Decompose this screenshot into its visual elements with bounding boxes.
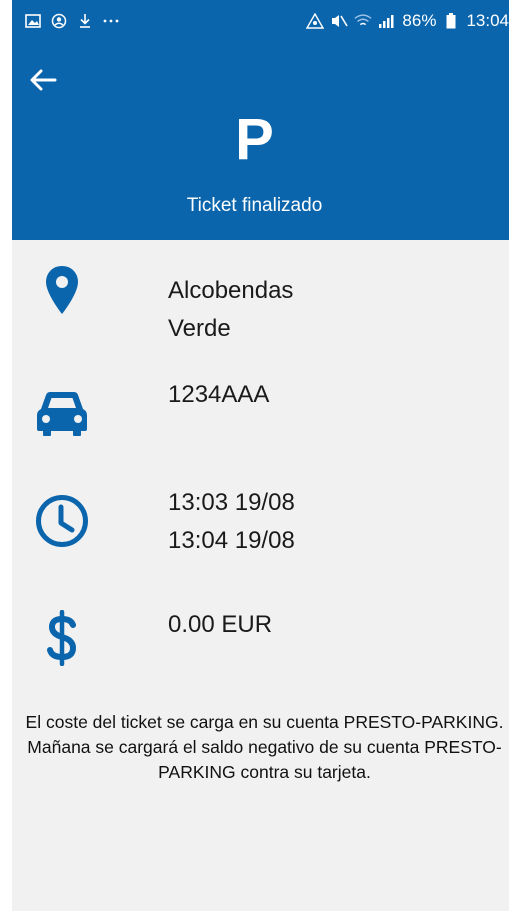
page-title: Ticket finalizado — [186, 195, 323, 216]
start-time: 13:03 19/08 — [168, 489, 295, 516]
battery-percent: 86% — [402, 11, 437, 30]
app-screen: 86% 13:04 P Ticket finalizado Alcobendas… — [0, 0, 509, 911]
license-plate: 1234AAA — [168, 381, 270, 408]
more-notifications-icon — [102, 12, 120, 30]
location-name: Alcobendas — [168, 277, 294, 304]
map-pin-icon — [34, 262, 90, 318]
status-right: 86% 13:04 — [306, 11, 509, 31]
download-icon — [76, 12, 94, 30]
vehicle-text: 1234AAA — [168, 376, 269, 414]
status-time: 13:04 — [466, 11, 509, 30]
car-icon — [34, 386, 90, 442]
account-icon — [50, 12, 68, 30]
arrow-left-icon — [29, 69, 57, 96]
clock-icon — [34, 493, 90, 549]
signal-icon — [378, 12, 396, 30]
time-text: 13:03 19/08 13:04 19/08 — [168, 484, 295, 560]
mute-icon — [330, 12, 349, 30]
status-bar: 86% 13:04 — [12, 0, 509, 48]
data-saver-icon — [306, 12, 325, 30]
price-text: 0.00 EUR — [168, 606, 272, 644]
end-time: 13:04 19/08 — [168, 527, 295, 554]
parking-logo: P — [235, 107, 274, 172]
location-zone: Verde — [168, 315, 231, 342]
gallery-icon — [24, 12, 42, 30]
ticket-details: Alcobendas Verde 1234AAA 13:03 19/08 13:… — [12, 240, 509, 911]
billing-note: El coste del ticket se carga en su cuent… — [25, 712, 504, 782]
dollar-icon — [34, 610, 90, 666]
wifi-icon — [354, 12, 372, 30]
battery-icon — [442, 12, 460, 30]
ticket-price: 0.00 EUR — [168, 611, 273, 638]
status-left — [24, 12, 120, 30]
back-button[interactable] — [23, 64, 63, 100]
location-text: Alcobendas Verde — [168, 272, 293, 348]
